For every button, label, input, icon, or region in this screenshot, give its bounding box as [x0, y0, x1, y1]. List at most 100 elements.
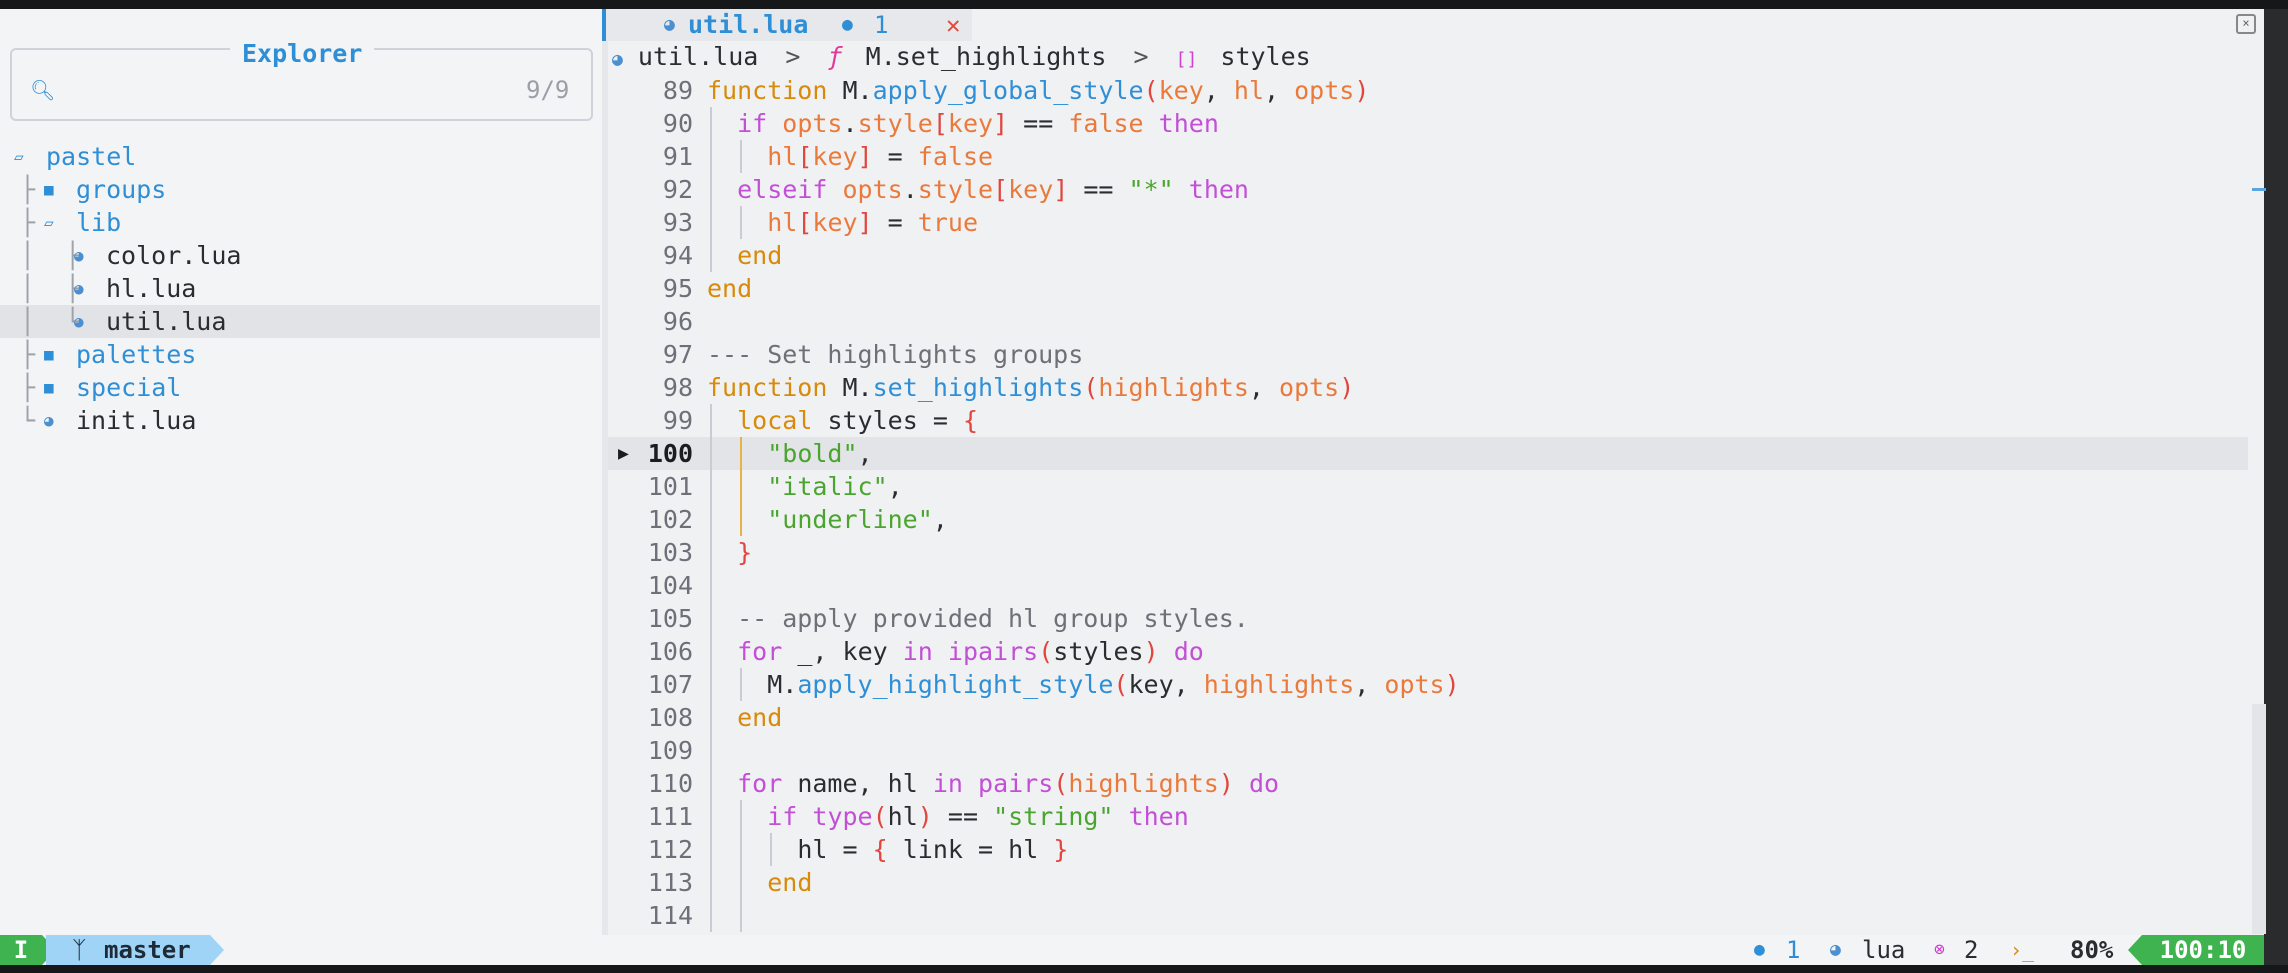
- line-code: end: [737, 241, 783, 270]
- tree-item[interactable]: └ ◕ init.lua: [0, 404, 600, 437]
- line-code: hl[key] = false: [767, 142, 994, 171]
- tree-item[interactable]: ▱ pastel: [0, 140, 600, 173]
- code-line[interactable]: 106 for _, key in ipairs(styles) do: [608, 635, 2248, 668]
- breadcrumb-function[interactable]: M.set_highlights: [866, 42, 1107, 71]
- code-line[interactable]: 114: [608, 899, 2248, 932]
- line-number: 99: [662, 406, 693, 435]
- code-line[interactable]: 109: [608, 734, 2248, 767]
- lua-file-icon: ◕: [612, 49, 623, 70]
- code-line[interactable]: 107 M.apply_highlight_style(key, highlig…: [608, 668, 2248, 701]
- code-line[interactable]: 105 -- apply provided hl group styles.: [608, 602, 2248, 635]
- tree-item-label: pastel: [46, 142, 137, 171]
- code-line[interactable]: 104: [608, 569, 2248, 602]
- code-line[interactable]: 90 if opts.style[key] == false then: [608, 107, 2248, 140]
- breadcrumb-variable[interactable]: styles: [1220, 42, 1310, 71]
- line-code: function M.apply_global_style(key, hl, o…: [707, 76, 1370, 105]
- indent-guide: [740, 140, 743, 173]
- line-number: 111: [647, 802, 693, 831]
- code-line[interactable]: 94 end: [608, 239, 2248, 272]
- line-number: 104: [647, 571, 693, 600]
- line-number: 90: [662, 109, 693, 138]
- tree-guide: ├: [20, 175, 36, 204]
- tree-guide: ├: [20, 373, 36, 402]
- code-line[interactable]: ▶ 100 "bold",: [608, 437, 2248, 470]
- code-line[interactable]: 113 end: [608, 866, 2248, 899]
- tab-util-lua[interactable]: ◕ util.lua ● 1 ✕: [602, 9, 972, 41]
- code-line[interactable]: 112 hl = { link = hl }: [608, 833, 2248, 866]
- filetype[interactable]: lua: [1862, 935, 1905, 965]
- code-line[interactable]: 91 hl[key] = false: [608, 140, 2248, 173]
- code-line[interactable]: 96: [608, 305, 2248, 338]
- code-line[interactable]: 89 function M.apply_global_style(key, hl,…: [608, 74, 2248, 107]
- scrollbar-thumb[interactable]: [2252, 704, 2266, 934]
- line-number: 114: [647, 901, 693, 930]
- window-right-edge: [2264, 9, 2288, 965]
- branch-separator: [210, 935, 224, 965]
- close-icon[interactable]: ✕: [946, 9, 960, 41]
- line-code: --- Set highlights groups: [707, 340, 1084, 369]
- tree-item[interactable]: ├ ■ palettes: [0, 338, 600, 371]
- line-code: elseif opts.style[key] == "*" then: [737, 175, 1249, 204]
- branch-name: master: [104, 936, 191, 964]
- code-line[interactable]: 110 for name, hl in pairs(highlights) do: [608, 767, 2248, 800]
- mode-indicator: I: [0, 935, 42, 965]
- code-line[interactable]: 92 elseif opts.style[key] == "*" then: [608, 173, 2248, 206]
- lightbulb-icon: ●: [1754, 939, 1765, 960]
- tree-item-label: lib: [76, 208, 122, 237]
- status-diagnostic-count[interactable]: 1: [1786, 935, 1800, 965]
- code-line[interactable]: 97 --- Set highlights groups: [608, 338, 2248, 371]
- code-line[interactable]: 95 end: [608, 272, 2248, 305]
- scroll-percent: 80%: [2070, 936, 2114, 964]
- tree-item-label: init.lua: [76, 406, 197, 435]
- code-editor[interactable]: 89 function M.apply_global_style(key, hl,…: [608, 74, 2248, 932]
- line-code: end: [737, 703, 783, 732]
- code-line[interactable]: 108 end: [608, 701, 2248, 734]
- line-code: "bold",: [767, 439, 873, 468]
- line-code: end: [707, 274, 753, 303]
- tree-item-label: color.lua: [106, 241, 242, 270]
- search-icon: 🔍︎: [30, 78, 56, 102]
- line-number: 107: [647, 670, 693, 699]
- folder-open-icon: ▱: [14, 147, 24, 166]
- tree-item[interactable]: │ ├ ◕ color.lua: [0, 239, 600, 272]
- indent-guide: [740, 206, 743, 239]
- git-branch[interactable]: ᛉ master: [46, 935, 210, 965]
- code-line[interactable]: 102 "underline",: [608, 503, 2248, 536]
- tree-item-label: groups: [76, 175, 167, 204]
- tree-item[interactable]: │ └ ◕ util.lua: [0, 305, 600, 338]
- line-code: "italic",: [767, 472, 903, 501]
- line-code: function M.set_highlights(highlights, op…: [707, 373, 1355, 402]
- line-number: 110: [647, 769, 693, 798]
- line-number: 89: [662, 76, 693, 105]
- code-line[interactable]: 98 function M.set_highlights(highlights, …: [608, 371, 2248, 404]
- cursor-position: 100:10: [2142, 935, 2264, 965]
- line-number: 113: [647, 868, 693, 897]
- code-line[interactable]: 103 }: [608, 536, 2248, 569]
- line-number: 92: [662, 175, 693, 204]
- line-number: 93: [662, 208, 693, 237]
- code-line[interactable]: 111 if type(hl) == "string" then: [608, 800, 2248, 833]
- code-line[interactable]: 93 hl[key] = true: [608, 206, 2248, 239]
- tree-item[interactable]: ├ ■ special: [0, 371, 600, 404]
- line-number: 94: [662, 241, 693, 270]
- tree-guide: │ ├: [20, 241, 81, 270]
- line-number: 106: [647, 637, 693, 666]
- tree-guide: └: [20, 406, 36, 435]
- tree-item[interactable]: │ ├ ◕ hl.lua: [0, 272, 600, 305]
- status-bar: I ᛉ master ● 1 ◕ lua ⊗ 2 ›_ 80% 100:10: [0, 935, 2264, 965]
- indent-guide: [740, 437, 743, 536]
- terminal-icon[interactable]: ›_: [2010, 935, 2034, 965]
- tree-guide: ├: [20, 208, 36, 237]
- code-line[interactable]: 99 local styles = {: [608, 404, 2248, 437]
- code-line[interactable]: 101 "italic",: [608, 470, 2248, 503]
- lua-file-icon: ◕: [664, 14, 675, 35]
- tree-item[interactable]: ├ ■ groups: [0, 173, 600, 206]
- close-window-icon[interactable]: ×: [2236, 14, 2256, 34]
- tree-item-label: palettes: [76, 340, 197, 369]
- breadcrumb-file[interactable]: util.lua: [638, 42, 758, 71]
- error-count[interactable]: 2: [1964, 935, 1978, 965]
- line-code: -- apply provided hl group styles.: [707, 604, 1249, 633]
- tree-item[interactable]: ├ ▱ lib: [0, 206, 600, 239]
- line-number: 105: [647, 604, 693, 633]
- lua-file-icon: ◕: [74, 312, 84, 331]
